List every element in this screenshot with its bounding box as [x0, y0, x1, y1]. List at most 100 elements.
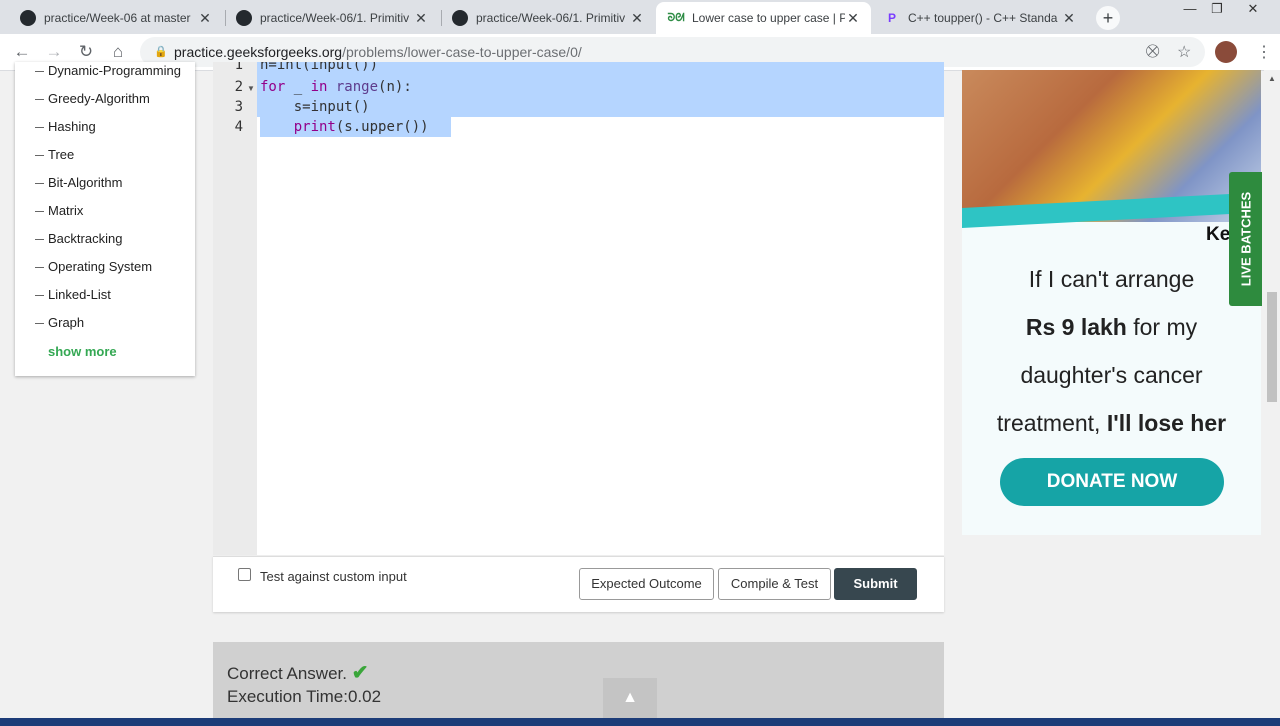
code-text: (s.upper()): [335, 119, 429, 135]
github-icon: [20, 10, 36, 26]
checkmark-icon: ✔: [351, 662, 369, 684]
dash-icon: [35, 155, 44, 157]
code-editor[interactable]: 1 2 ▼ 3 4 n=int(input()) for _ in range(…: [213, 62, 944, 555]
sidebar-item-label: Dynamic-Programming: [48, 63, 181, 78]
close-icon[interactable]: ✕: [1061, 10, 1077, 27]
close-icon[interactable]: ✕: [197, 10, 213, 27]
cookie-blocked-icon[interactable]: ⛒: [1146, 43, 1159, 59]
sidebar-item-hashing[interactable]: Hashing: [35, 119, 96, 134]
sidebar-item-label: Greedy-Algorithm: [48, 91, 150, 106]
dash-icon: [35, 267, 44, 269]
scroll-to-top-button[interactable]: ▲: [603, 678, 657, 718]
browser-tab-active[interactable]: ᘐᘛ Lower case to upper case | P ✕: [656, 2, 871, 34]
url-text: practice.geeksforgeeks.org/problems/lowe…: [174, 44, 582, 60]
back-icon[interactable]: ←: [12, 42, 32, 62]
submit-button[interactable]: Submit: [834, 568, 917, 600]
sidebar-item-label: Hashing: [48, 119, 96, 134]
sidebar-item-tree[interactable]: Tree: [35, 147, 74, 162]
action-bar: Test against custom input Expected Outco…: [213, 556, 944, 612]
scroll-up-icon[interactable]: ▲: [1268, 74, 1276, 83]
scroll-thumb[interactable]: [1267, 292, 1277, 402]
line-number: 3: [234, 99, 243, 115]
donation-ad[interactable]: Ke If I can't arrange Rs 9 lakh for my d…: [962, 70, 1261, 535]
dash-icon: [35, 295, 44, 297]
sidebar-item-label: Graph: [48, 315, 85, 330]
avatar[interactable]: [1215, 41, 1237, 63]
code-text: (n):: [378, 79, 412, 95]
maximize-icon[interactable]: ❐: [1202, 0, 1232, 18]
show-more-link[interactable]: show more: [48, 344, 117, 359]
sidebar-item-backtracking[interactable]: Backtracking: [35, 231, 122, 246]
dash-icon: [35, 211, 44, 213]
tab-title: Lower case to upper case | P: [692, 11, 845, 25]
sidebar-item-operating-system[interactable]: Operating System: [35, 259, 152, 274]
close-icon[interactable]: ✕: [413, 10, 429, 27]
home-icon[interactable]: ⌂: [108, 42, 128, 62]
chevron-up-icon: ▲: [622, 689, 638, 706]
result-panel: Correct Answer. ✔ Execution Time:0.02 ▲: [213, 642, 944, 726]
ad-text: for my: [1126, 314, 1198, 340]
lock-icon: 🔒: [154, 46, 168, 58]
sidebar-item-greedy[interactable]: Greedy-Algorithm: [35, 91, 150, 106]
live-batches-tab[interactable]: LIVE BATCHES: [1229, 172, 1262, 306]
function-name: print: [293, 119, 336, 135]
function-name: range: [327, 79, 379, 95]
browser-tab-1[interactable]: practice/Week-06 at master ✕: [8, 2, 223, 34]
close-icon[interactable]: ✕: [845, 10, 861, 27]
fold-arrow-icon[interactable]: ▼: [247, 84, 255, 93]
new-tab-button[interactable]: +: [1096, 6, 1120, 30]
expected-outcome-button[interactable]: Expected Outcome: [579, 568, 714, 600]
tab-title: C++ toupper() - C++ Standa: [908, 11, 1058, 25]
forward-icon[interactable]: →: [44, 42, 64, 62]
tab-title: practice/Week-06/1. Primitiv: [476, 11, 626, 25]
compile-test-button[interactable]: Compile & Test: [718, 568, 831, 600]
page-scrollbar[interactable]: ▲: [1264, 70, 1280, 718]
reload-icon[interactable]: ↻: [76, 42, 96, 62]
tab-title: practice/Week-06/1. Primitiv: [260, 11, 410, 25]
sidebar-item-label: Backtracking: [48, 231, 123, 246]
minimize-icon[interactable]: —: [1175, 0, 1205, 18]
sidebar-item-label: Bit-Algorithm: [48, 175, 123, 190]
sidebar-item-label: Linked-List: [48, 287, 111, 302]
dash-icon: [35, 99, 44, 101]
browser-tab-2[interactable]: practice/Week-06/1. Primitiv ✕: [224, 2, 439, 34]
sidebar-item-dynamic-programming[interactable]: Dynamic-Programming: [35, 63, 181, 78]
ad-emphasis: I'll lose her: [1106, 410, 1227, 436]
ad-line-1: If I can't arrange: [1028, 266, 1195, 292]
window-close-icon[interactable]: ✕: [1238, 0, 1268, 18]
topic-sidebar: Dynamic-Programming Greedy-Algorithm Has…: [15, 62, 195, 376]
donate-now-button[interactable]: DONATE NOW: [1000, 458, 1224, 506]
code-text: _: [285, 79, 311, 95]
sidebar-item-linked-list[interactable]: Linked-List: [35, 287, 111, 302]
dash-icon: [35, 127, 44, 129]
sidebar-item-bit-algorithm[interactable]: Bit-Algorithm: [35, 175, 122, 190]
live-batches-label: LIVE BATCHES: [1238, 191, 1253, 287]
sidebar-item-graph[interactable]: Graph: [35, 315, 84, 330]
sidebar-item-label: Tree: [48, 147, 75, 162]
github-icon: [236, 10, 252, 26]
keyword: for: [260, 79, 286, 95]
code-line-4: print(s.upper()): [260, 119, 429, 135]
ad-amount: Rs 9 lakh: [1025, 314, 1127, 340]
code-line-1: n=int(input()): [260, 62, 379, 73]
keyword: in: [310, 79, 328, 95]
close-icon[interactable]: ✕: [629, 10, 645, 27]
dash-icon: [35, 71, 44, 73]
custom-input-checkbox[interactable]: [238, 568, 251, 581]
sidebar-item-matrix[interactable]: Matrix: [35, 203, 83, 218]
dash-icon: [35, 183, 44, 185]
os-taskbar: [0, 718, 1280, 726]
custom-input-label: Test against custom input: [260, 569, 407, 584]
line-number: 2: [234, 79, 243, 95]
browser-tab-5[interactable]: P C++ toupper() - C++ Standa ✕: [872, 2, 1087, 34]
code-line-3: s=input(): [260, 99, 370, 115]
github-icon: [452, 10, 468, 26]
ad-line-4: treatment, I'll lose her: [962, 410, 1261, 437]
line-number: 4: [234, 119, 243, 135]
ad-line-2: Rs 9 lakh for my: [962, 314, 1261, 341]
star-icon[interactable]: ☆: [1177, 42, 1191, 62]
dash-icon: [35, 239, 44, 241]
browser-tab-3[interactable]: practice/Week-06/1. Primitiv ✕: [440, 2, 655, 34]
sidebar-item-label: Operating System: [48, 259, 153, 274]
menu-icon[interactable]: ⋮: [1256, 42, 1272, 62]
